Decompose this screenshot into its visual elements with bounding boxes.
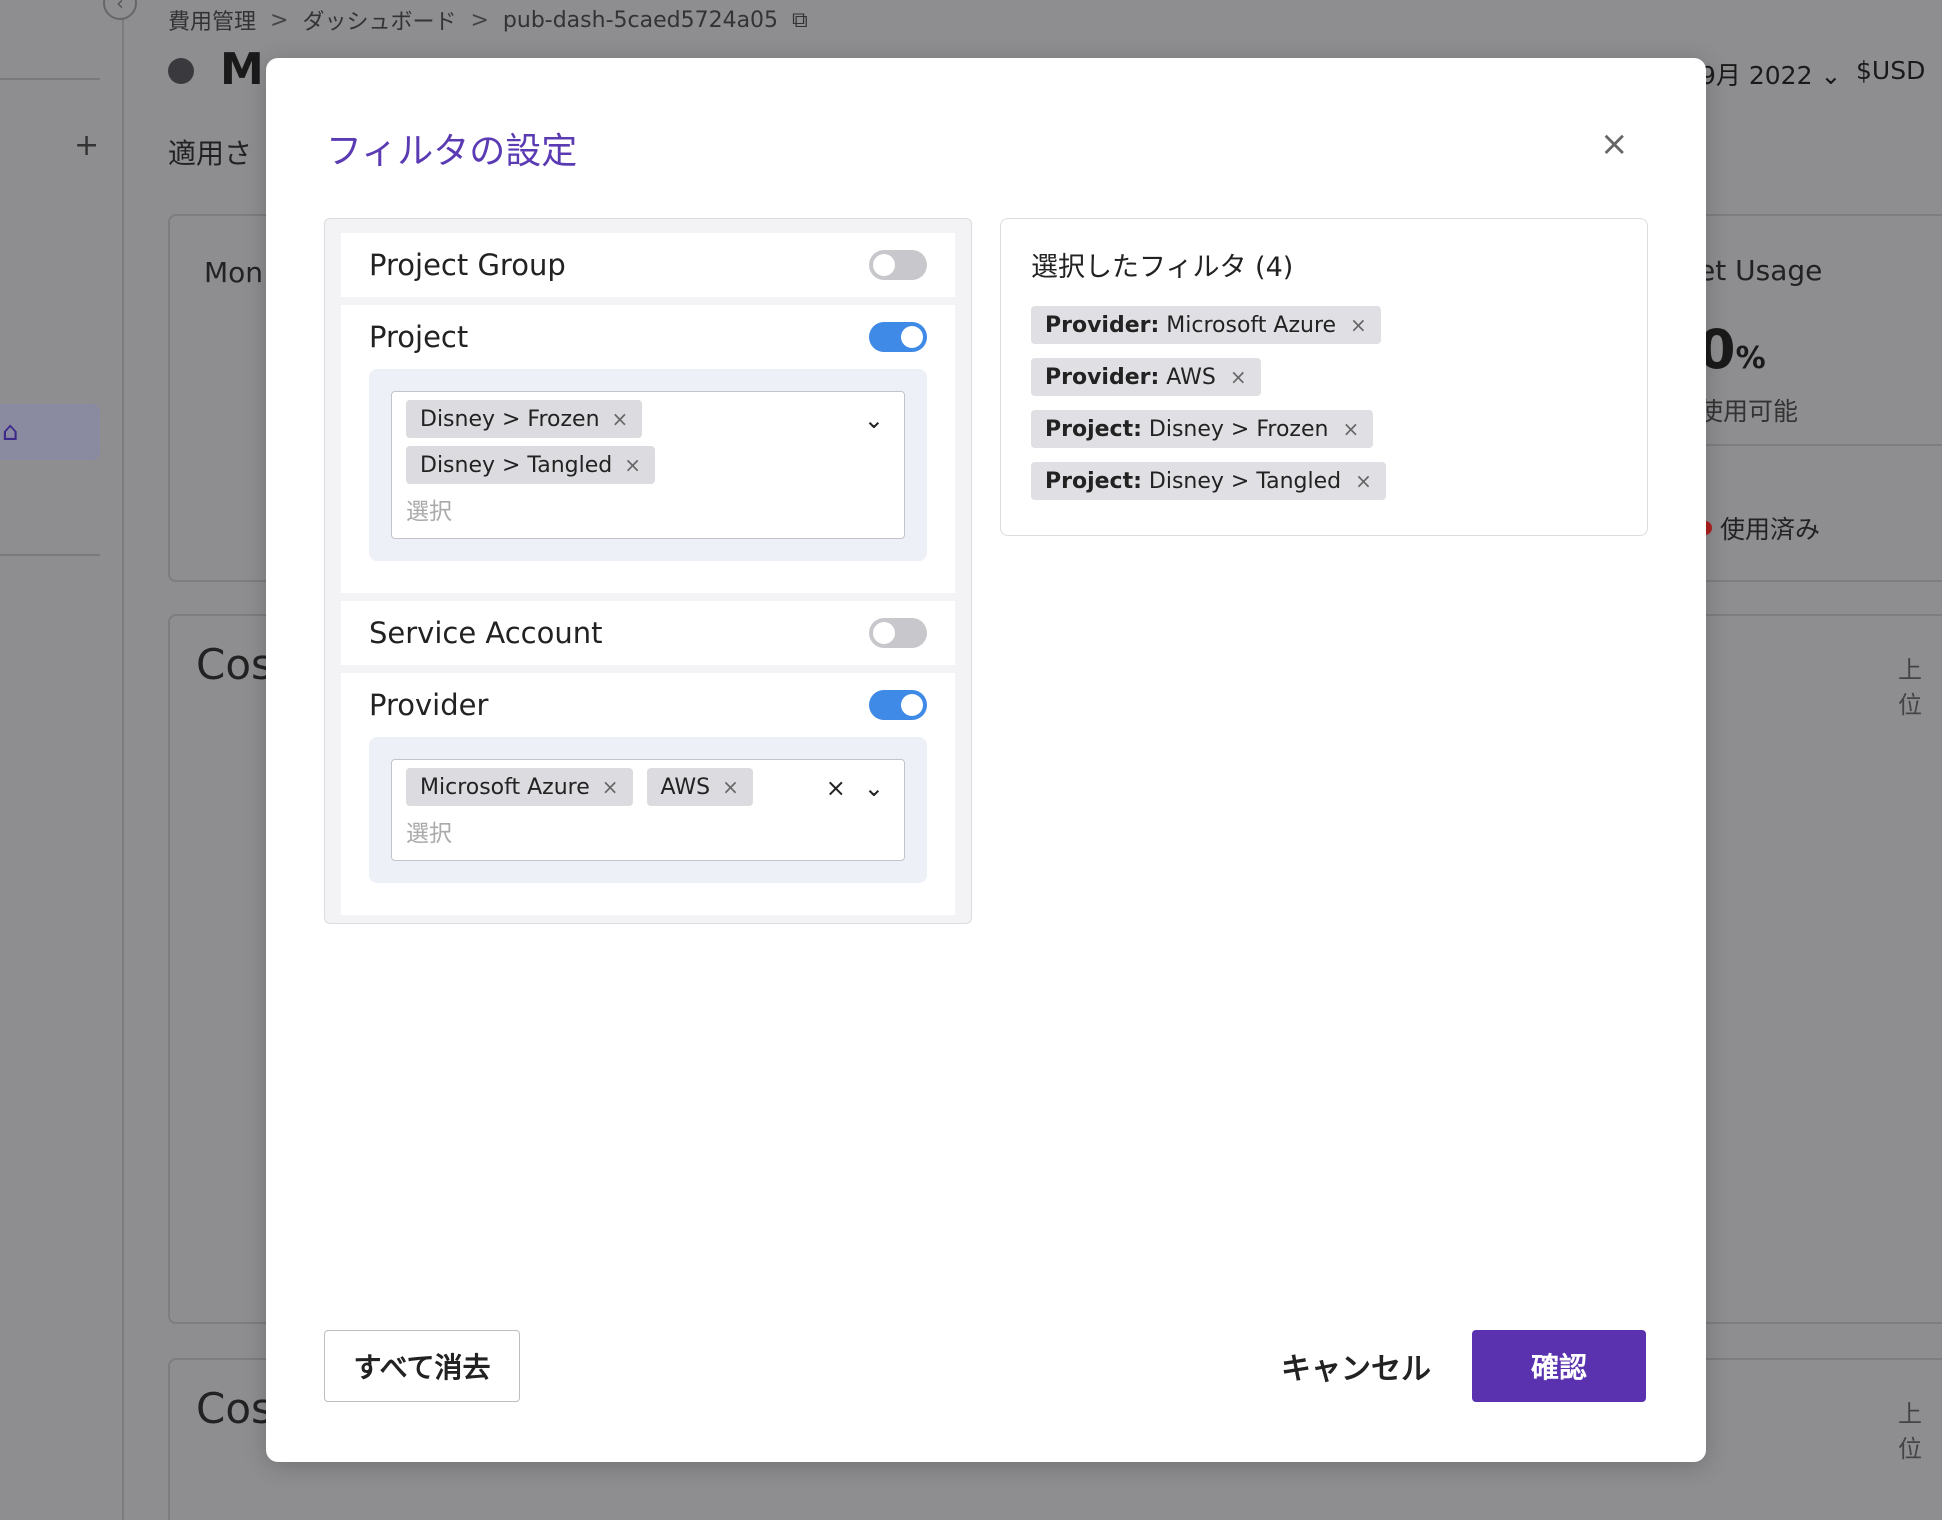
date-selector[interactable]: 9月 2022 ⌄ <box>1700 56 1841 92</box>
filter-chip: Project: Disney > Tangled × <box>1031 462 1386 500</box>
add-dashboard-icon[interactable]: + <box>74 128 99 163</box>
selected-filters-title: 選択したフィルタ (4) <box>1031 252 1294 283</box>
filter-chip: Provider: Microsoft Azure × <box>1031 306 1381 344</box>
top-label: 上位 <box>1898 656 1922 719</box>
card-title: Mon <box>204 256 264 289</box>
remove-chip-icon[interactable]: × <box>1342 417 1359 441</box>
breadcrumb-item[interactable]: ダッシュボード <box>302 4 456 36</box>
breadcrumb-item: pub-dash-5caed5724a05 <box>502 7 779 33</box>
budget-usage-label: et Usage <box>1698 254 1823 287</box>
chevron-down-icon[interactable]: ⌄ <box>864 406 884 434</box>
service-account-toggle[interactable] <box>869 618 927 648</box>
confirm-button[interactable]: 確認 <box>1472 1330 1646 1402</box>
remove-chip-icon[interactable]: × <box>1350 313 1367 337</box>
filter-section-service-account: Service Account <box>341 601 955 665</box>
currency-selector[interactable]: $USD <box>1856 56 1925 85</box>
page-title: M <box>220 44 264 95</box>
breadcrumb-item[interactable]: 費用管理 <box>168 4 256 36</box>
section-label: Provider <box>369 688 489 722</box>
filter-settings-modal: フィルタの設定 × Project Group Project Disney >… <box>266 58 1706 1462</box>
selected-filter-chips: Provider: Microsoft Azure × Provider: AWS… <box>1031 306 1617 500</box>
breadcrumb: 費用管理 > ダッシュボード > pub-dash-5caed5724a05 ⧉ <box>168 4 808 36</box>
available-label: 使用可能 <box>1698 397 1799 426</box>
chevron-down-icon[interactable]: ⌄ <box>864 774 884 802</box>
filter-category-panel: Project Group Project Disney > Frozen × D… <box>324 218 972 924</box>
breadcrumb-separator: > <box>470 7 489 33</box>
selected-tag: Disney > Tangled × <box>406 446 655 484</box>
project-multiselect[interactable]: Disney > Frozen × Disney > Tangled × 選択 ⌄ <box>391 391 905 539</box>
select-placeholder[interactable]: 選択 <box>406 492 890 526</box>
selected-filters-panel: 選択したフィルタ (4) Provider: Microsoft Azure × … <box>1000 218 1648 536</box>
section-label: Project <box>369 320 469 354</box>
copy-icon[interactable]: ⧉ <box>792 8 808 33</box>
select-placeholder[interactable]: 選択 <box>406 814 890 848</box>
remove-tag-icon[interactable]: × <box>602 775 619 799</box>
remove-chip-icon[interactable]: × <box>1355 469 1372 493</box>
budget-usage-value: 0% <box>1698 318 1766 381</box>
sidebar <box>0 0 124 1520</box>
home-icon: ⌂ <box>2 417 19 447</box>
provider-toggle[interactable] <box>869 690 927 720</box>
section-label: Project Group <box>369 248 566 282</box>
card-title: Cos <box>196 1384 273 1433</box>
filter-chip: Provider: AWS × <box>1031 358 1261 396</box>
remove-tag-icon[interactable]: × <box>624 453 641 477</box>
project-select-wrapper: Disney > Frozen × Disney > Tangled × 選択 ⌄ <box>369 369 927 561</box>
globe-icon <box>168 58 194 84</box>
sidebar-item-home[interactable]: ⌂ <box>0 404 100 460</box>
clear-all-button[interactable]: すべて消去 <box>324 1330 520 1402</box>
cancel-button[interactable]: キャンセル <box>1266 1330 1446 1402</box>
breadcrumb-separator: > <box>270 7 289 33</box>
clear-selection-icon[interactable]: × <box>826 774 846 802</box>
filter-chip: Project: Disney > Frozen × <box>1031 410 1374 448</box>
project-toggle[interactable] <box>869 322 927 352</box>
sidebar-divider <box>0 78 100 80</box>
card-title: Cos <box>196 640 273 689</box>
sidebar-divider <box>0 554 100 556</box>
filter-section-project: Project Disney > Frozen × Disney > Tangle… <box>341 305 955 593</box>
close-icon[interactable]: × <box>1600 124 1629 164</box>
divider <box>1698 444 1942 446</box>
selected-tag: Disney > Frozen × <box>406 400 643 438</box>
selected-tag: AWS × <box>646 768 753 806</box>
remove-tag-icon[interactable]: × <box>612 407 629 431</box>
provider-select-wrapper: Microsoft Azure × AWS × 選択 × ⌄ <box>369 737 927 883</box>
top-label: 上位 <box>1898 1400 1922 1463</box>
filter-section-project-group: Project Group <box>341 233 955 297</box>
used-legend: 使用済み <box>1698 510 1820 546</box>
provider-multiselect[interactable]: Microsoft Azure × AWS × 選択 × ⌄ <box>391 759 905 861</box>
applied-filters-label: 適用さ <box>168 137 253 170</box>
project-group-toggle[interactable] <box>869 250 927 280</box>
section-label: Service Account <box>369 616 603 650</box>
remove-chip-icon[interactable]: × <box>1230 365 1247 389</box>
remove-tag-icon[interactable]: × <box>722 775 739 799</box>
modal-title: フィルタの設定 <box>326 131 578 172</box>
filter-section-provider: Provider Microsoft Azure × AWS × 選択 × ⌄ <box>341 673 955 915</box>
selected-tag: Microsoft Azure × <box>406 768 633 806</box>
